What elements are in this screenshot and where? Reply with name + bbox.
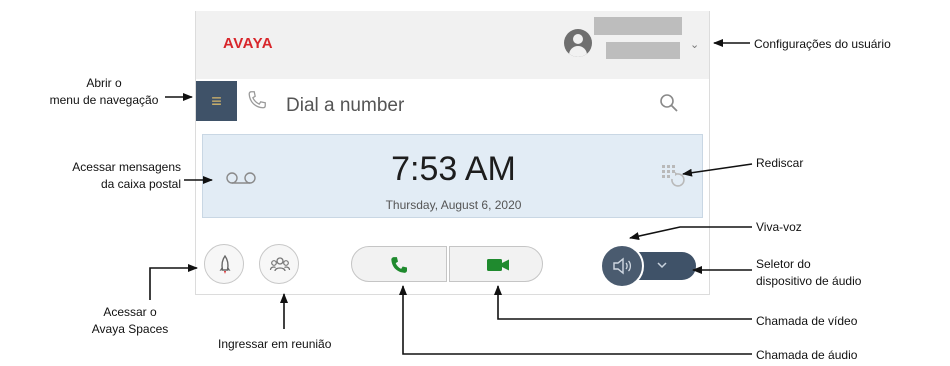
arrow-spaces (149, 264, 198, 300)
screenshot-stage: AVAYA ⌄ ≡ Dial a number 7:53 AM Thursday… (0, 0, 950, 366)
arrow-speaker (629, 226, 752, 240)
arrow-video-call (494, 285, 752, 320)
callout-arrows (149, 39, 753, 355)
arrow-audio-call (399, 285, 752, 355)
arrow-redial (682, 163, 753, 177)
